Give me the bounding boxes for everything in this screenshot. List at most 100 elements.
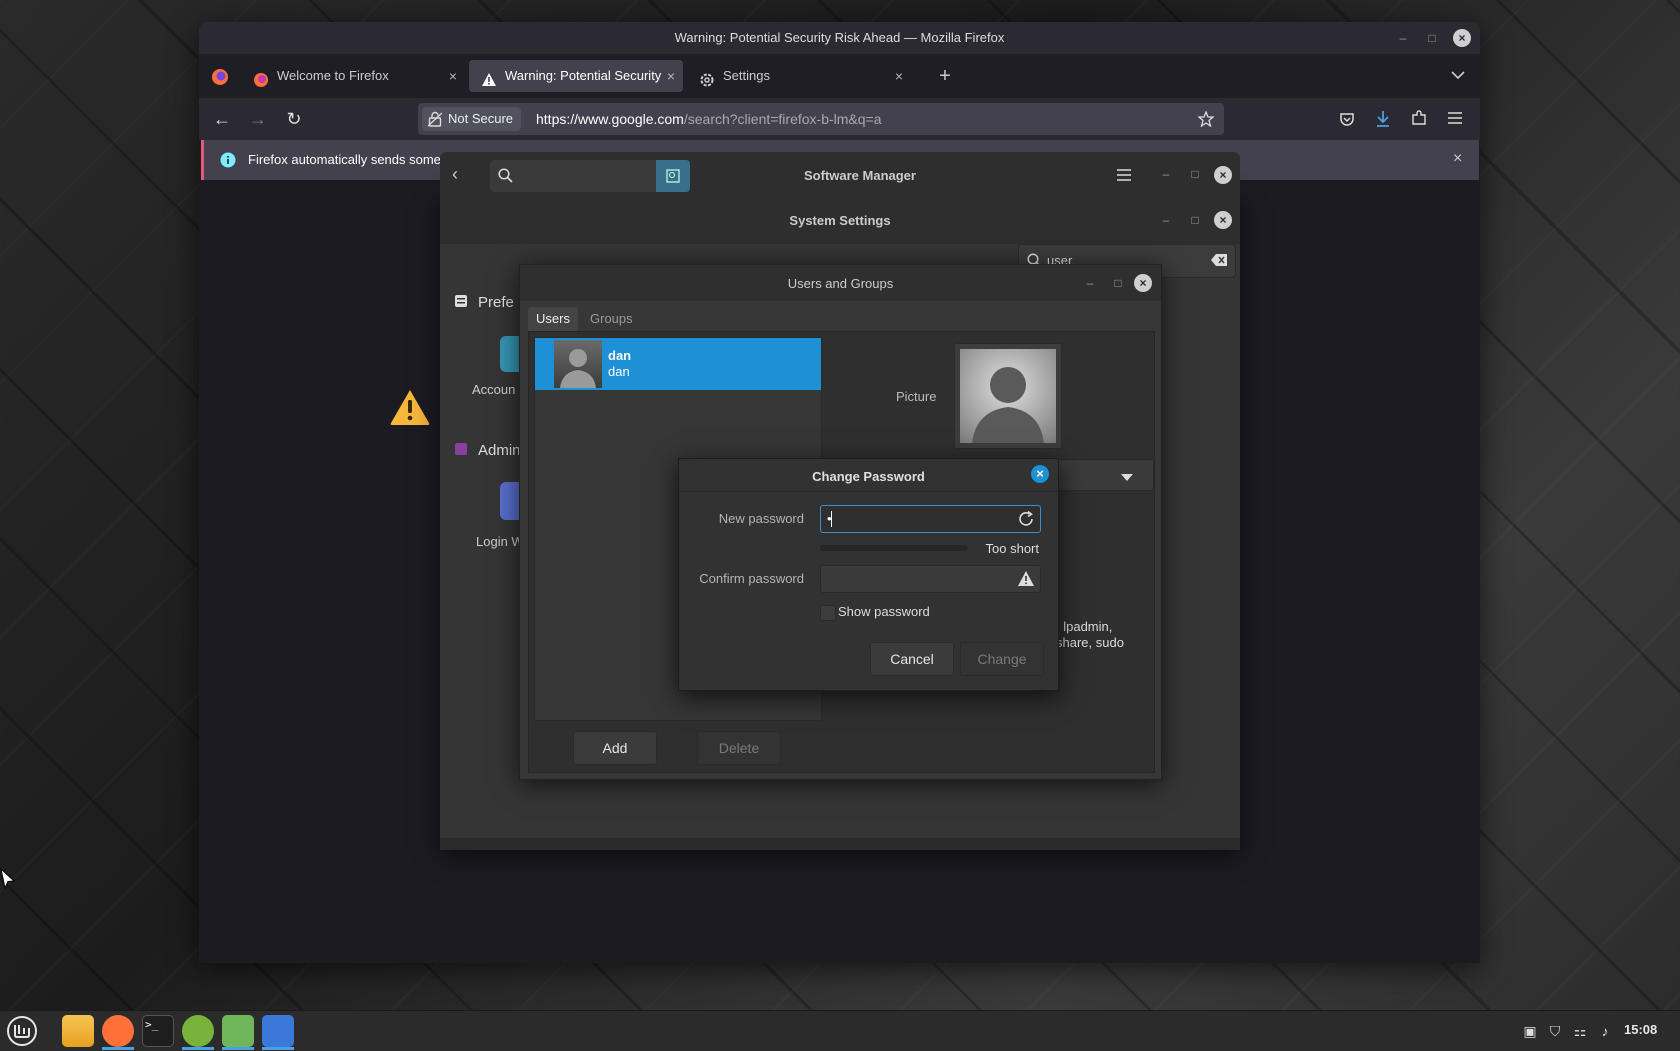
url-host: https://www.google.com [536, 111, 684, 127]
chevron-down-icon [1121, 470, 1133, 485]
minimize-button[interactable]: – [1156, 210, 1176, 230]
firefox-title-bar[interactable]: Warning: Potential Security Risk Ahead —… [199, 22, 1480, 54]
new-tab-button[interactable]: + [931, 60, 959, 92]
search-toggle-button[interactable] [656, 160, 690, 192]
clipboard-icon[interactable]: ▣ [1520, 1021, 1540, 1041]
window-title: Software Manager [804, 168, 916, 183]
show-password-label[interactable]: Show password [838, 604, 930, 619]
warning-icon [481, 68, 497, 100]
generate-password-icon[interactable] [1017, 510, 1035, 531]
add-user-button[interactable]: Add [573, 731, 657, 765]
notification-text: Firefox automatically sends some [248, 152, 441, 167]
list-item[interactable]: dan dan [535, 338, 821, 390]
lock-insecure-icon [427, 111, 443, 135]
tab-welcome[interactable]: Welcome to Firefox × [241, 60, 465, 92]
software-manager-icon[interactable] [182, 1015, 214, 1047]
tab-warning[interactable]: Warning: Potential Security × [469, 60, 683, 92]
notification-close-button[interactable]: × [1453, 150, 1462, 168]
reload-button[interactable]: ↻ [281, 106, 307, 132]
tab-close-icon[interactable]: × [895, 60, 903, 92]
network-icon[interactable]: ⚏ [1570, 1021, 1590, 1041]
window-bottom-edge [440, 838, 1240, 850]
info-icon [220, 152, 236, 171]
change-button[interactable]: Change [960, 642, 1044, 676]
tab-close-icon[interactable]: × [449, 60, 457, 92]
cancel-button[interactable]: Cancel [870, 642, 954, 676]
text-cursor [831, 511, 832, 527]
groups-text: share, sudo [1056, 635, 1124, 650]
groups-text: , lpadmin, [1056, 619, 1113, 634]
mouse-pointer-icon [0, 867, 16, 893]
minimize-button[interactable]: – [1080, 273, 1100, 293]
forward-button[interactable]: → [245, 106, 271, 132]
dialog-title: Change Password [812, 469, 925, 484]
strength-text: Too short [985, 541, 1039, 556]
maximize-button[interactable]: □ [1185, 164, 1205, 184]
update-shield-icon[interactable]: ⛉ [1545, 1021, 1565, 1041]
list-all-tabs-icon[interactable] [1451, 70, 1465, 80]
software-manager-window: ‹ Software Manager – □ × [440, 152, 1240, 198]
back-button[interactable]: ‹ [452, 164, 458, 185]
navigation-toolbar: ← → ↻ Not Secure https://www.google.com/… [199, 98, 1480, 140]
administration-section-icon [454, 442, 468, 459]
hamburger-menu-icon[interactable] [1447, 111, 1463, 125]
tab-groups[interactable]: Groups [582, 307, 641, 331]
login-window-label[interactable]: Login W [476, 534, 524, 549]
show-password-checkbox[interactable] [820, 605, 836, 621]
maximize-button[interactable]: □ [1185, 210, 1205, 230]
accounts-label[interactable]: Accoun [472, 382, 515, 397]
search-icon [498, 168, 513, 186]
extensions-icon[interactable] [1411, 110, 1427, 126]
clock[interactable]: 15:08 [1624, 1022, 1657, 1037]
section-administration: Admin [478, 442, 521, 459]
volume-icon[interactable]: ♪ [1595, 1021, 1615, 1041]
close-button[interactable]: × [1214, 166, 1232, 184]
users-groups-title-bar[interactable]: Users and Groups – □ × [520, 265, 1161, 301]
tab-bar: Welcome to Firefox × Warning: Potential … [199, 54, 1480, 98]
terminal-icon[interactable]: >_ [142, 1015, 174, 1047]
maximize-button[interactable]: □ [1108, 273, 1128, 293]
confirm-password-label: Confirm password [699, 571, 804, 586]
preferences-section-icon [454, 294, 468, 311]
bookmark-star-icon[interactable] [1198, 111, 1214, 127]
tab-users[interactable]: Users [528, 307, 578, 331]
picture-button[interactable] [954, 343, 1062, 449]
section-preferences: Prefe [478, 294, 514, 311]
close-button[interactable]: × [1453, 29, 1471, 47]
tab-settings[interactable]: Settings × [687, 60, 911, 92]
avatar [960, 349, 1056, 443]
new-password-label: New password [718, 511, 804, 526]
maximize-button[interactable]: □ [1422, 28, 1442, 48]
warning-icon [1017, 570, 1035, 590]
system-settings-icon[interactable] [222, 1015, 254, 1047]
pocket-icon[interactable] [1339, 111, 1355, 127]
files-icon[interactable] [62, 1015, 94, 1047]
url-bar[interactable]: Not Secure https://www.google.com/search… [418, 103, 1224, 135]
confirm-password-field[interactable] [820, 565, 1041, 593]
avatar [554, 340, 602, 388]
dialog-close-button[interactable]: × [1031, 465, 1049, 483]
downloads-icon[interactable] [1375, 110, 1391, 128]
close-button[interactable]: × [1134, 274, 1152, 292]
minimize-button[interactable]: – [1156, 164, 1176, 184]
search-filter-icon [666, 169, 680, 186]
firefox-view-icon[interactable] [211, 68, 229, 86]
menu-icon[interactable] [6, 1015, 38, 1047]
taskbar: >_ ▣ ⛉ ⚏ ♪ 15:08 [0, 1010, 1680, 1051]
hamburger-menu-icon[interactable] [1116, 168, 1132, 182]
new-password-field[interactable]: • [820, 505, 1041, 533]
close-button[interactable]: × [1214, 211, 1232, 229]
system-settings-title-bar[interactable]: System Settings – □ × [440, 198, 1240, 244]
delete-user-button[interactable]: Delete [697, 731, 781, 765]
tab-close-icon[interactable]: × [667, 60, 675, 92]
security-indicator[interactable]: Not Secure [422, 107, 522, 131]
warning-triangle-icon [389, 388, 431, 429]
minimize-button[interactable]: – [1393, 28, 1413, 48]
clear-search-icon[interactable] [1211, 254, 1227, 269]
url-text[interactable]: https://www.google.com/search?client=fir… [536, 103, 882, 135]
gear-icon [699, 68, 715, 100]
back-button[interactable]: ← [209, 106, 235, 132]
firefox-icon[interactable] [102, 1015, 134, 1047]
not-secure-label: Not Secure [448, 111, 514, 126]
users-groups-icon[interactable] [262, 1015, 294, 1047]
